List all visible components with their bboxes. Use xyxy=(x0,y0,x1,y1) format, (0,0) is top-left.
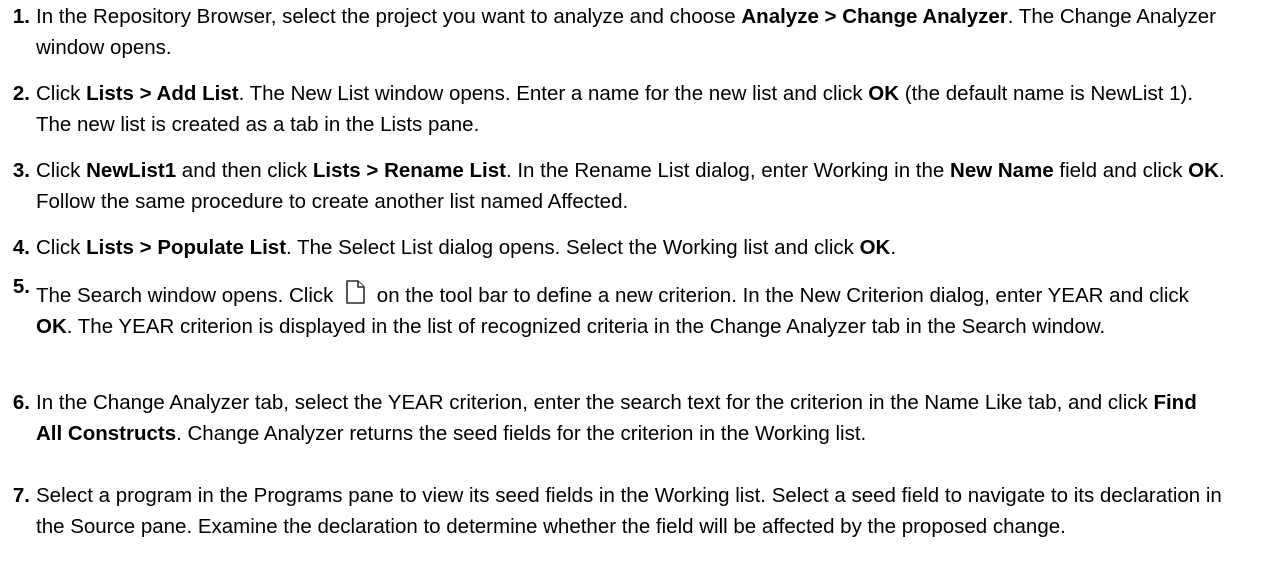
step-text: Click Lists > Add List. The New List win… xyxy=(36,82,1194,136)
step-text: Select a program in the Programs pane to… xyxy=(36,484,1222,538)
step-number: 1. xyxy=(12,5,30,28)
step-number: 3. xyxy=(12,159,30,182)
step-6: 6. In the Change Analyzer tab, select th… xyxy=(0,387,1226,449)
new-name-label: New Name xyxy=(950,159,1054,182)
menu-path-lists-populate-list: Lists > Populate List xyxy=(86,236,287,259)
ok-label: OK xyxy=(859,236,891,259)
step-text: The Search window opens. Click on the to… xyxy=(36,278,1226,342)
step-text: Click NewList1 and then click Lists > Re… xyxy=(36,159,1225,213)
menu-path-lists-rename-list: Lists > Rename List xyxy=(312,159,506,182)
step-1: 1. In the Repository Browser, select the… xyxy=(0,1,1226,63)
step-text: In the Repository Browser, select the pr… xyxy=(36,5,1216,59)
newlist1-label: NewList1 xyxy=(86,159,177,182)
step-2: 2. Click Lists > Add List. The New List … xyxy=(0,78,1226,140)
step-number: 2. xyxy=(12,82,30,105)
ok-label: OK xyxy=(1188,159,1219,182)
ok-label: OK xyxy=(36,315,67,338)
step-4: 4. Click Lists > Populate List. The Sele… xyxy=(0,232,1226,263)
step-number: 6. xyxy=(12,391,30,414)
menu-path-lists-add-list: Lists > Add List xyxy=(86,82,239,105)
step-text: In the Change Analyzer tab, select the Y… xyxy=(36,391,1197,445)
procedure-steps: 1. In the Repository Browser, select the… xyxy=(0,0,1266,579)
step-number: 4. xyxy=(12,236,30,259)
menu-path-analyze-change-analyzer: Analyze > Change Analyzer xyxy=(741,5,1008,28)
step-5: 5. The Search window opens. Click on the… xyxy=(0,275,1226,342)
step-3: 3. Click NewList1 and then click Lists >… xyxy=(0,155,1226,217)
step-text: Click Lists > Populate List. The Select … xyxy=(36,236,897,259)
ok-label: OK xyxy=(868,82,900,105)
new-document-icon xyxy=(341,278,369,306)
step-7: 7. Select a program in the Programs pane… xyxy=(0,480,1226,542)
step-number: 5. xyxy=(12,275,30,298)
step-number: 7. xyxy=(12,484,30,507)
